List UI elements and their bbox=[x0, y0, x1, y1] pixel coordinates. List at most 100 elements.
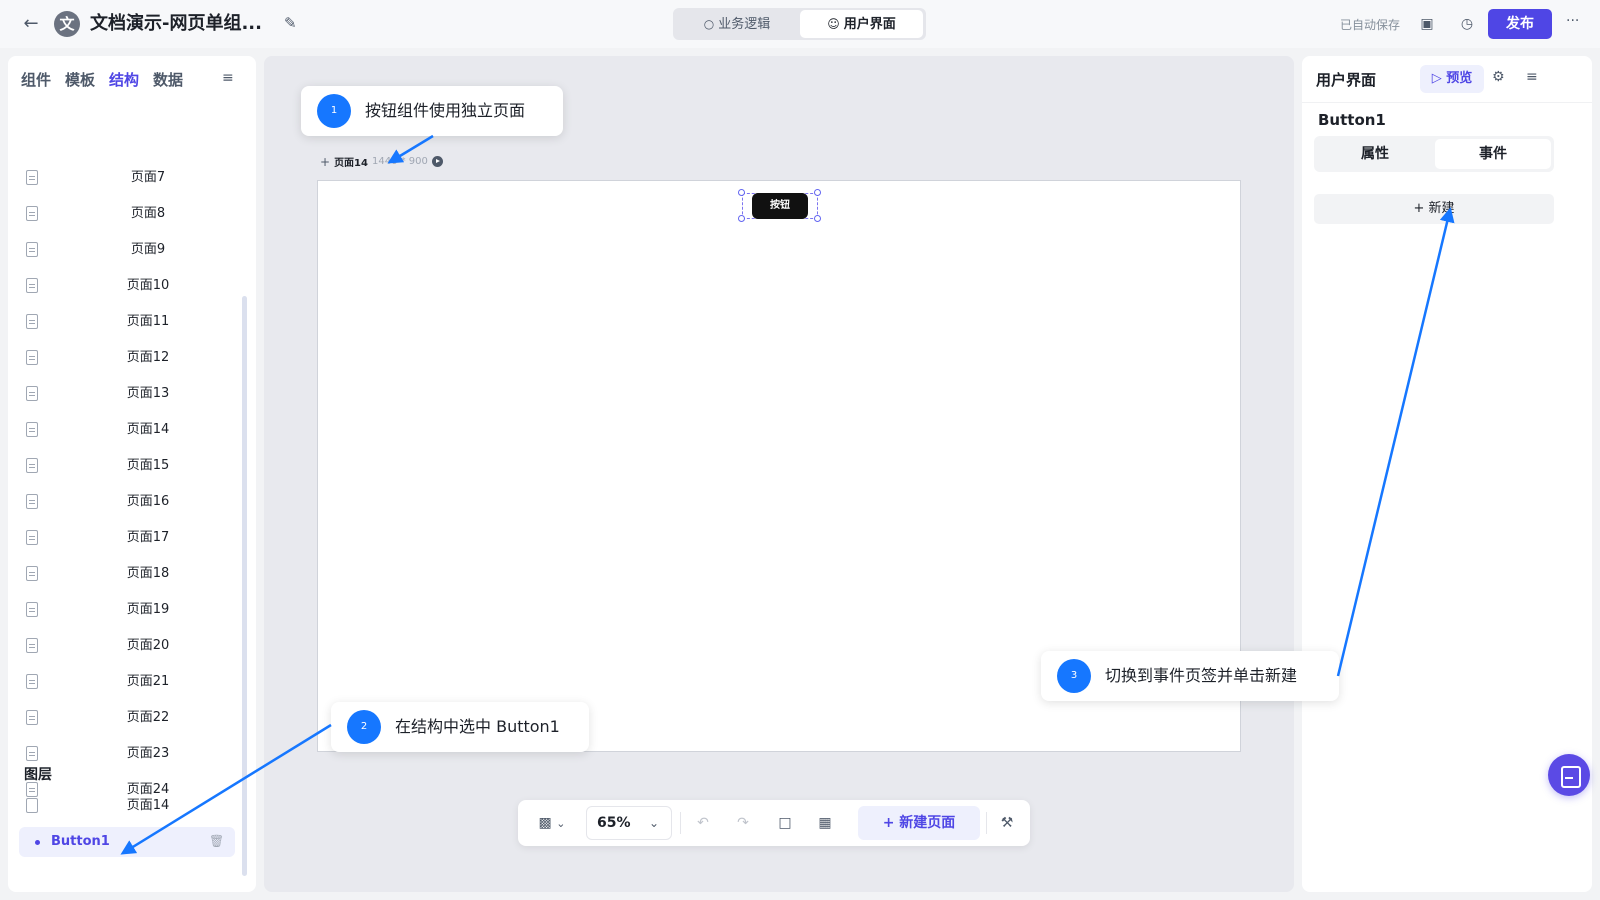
left-panel-tabs: 组件 模板 结构 数据 bbox=[21, 68, 183, 92]
page-icon bbox=[26, 242, 38, 257]
page-icon bbox=[26, 638, 38, 653]
page-list-item[interactable]: 页面17 bbox=[8, 524, 248, 554]
play-circle-icon: ▷ bbox=[1431, 71, 1447, 86]
page-list-item[interactable]: 页面20 bbox=[8, 632, 248, 662]
layer-page-item[interactable]: 页面14 bbox=[8, 792, 248, 822]
tab-events[interactable]: 事件 bbox=[1435, 139, 1551, 169]
callout-step-2: 2 在结构中选中 Button1 bbox=[331, 702, 589, 752]
resize-handle[interactable] bbox=[738, 189, 745, 196]
tab-properties[interactable]: 属性 bbox=[1317, 139, 1433, 169]
step-number-badge: 3 bbox=[1057, 659, 1091, 693]
frame-icon[interactable]: □ bbox=[772, 808, 798, 838]
new-event-label: 新建 bbox=[1428, 201, 1455, 216]
step-number-badge: 2 bbox=[347, 710, 381, 744]
page-list-item[interactable]: 页面8 bbox=[8, 200, 248, 230]
plus-icon[interactable]: + bbox=[320, 155, 330, 169]
page-icon bbox=[26, 494, 38, 509]
page-size: 1440 * 900 bbox=[371, 156, 428, 167]
page-list-item[interactable]: 页面14 bbox=[8, 416, 248, 446]
tab-business-logic[interactable]: ○ 业务逻辑 bbox=[676, 10, 798, 38]
page-list-item[interactable]: 页面10 bbox=[8, 272, 248, 302]
page-icon bbox=[26, 710, 38, 725]
edit-pencil-icon[interactable]: ✎ bbox=[284, 14, 297, 32]
grid-icon[interactable]: ▦ bbox=[812, 808, 838, 838]
layer-button1-item[interactable]: Button1 🗑 bbox=[19, 827, 235, 857]
page-list-item-label: 页面11 bbox=[126, 314, 170, 329]
page-list-item-label: 页面19 bbox=[126, 602, 170, 617]
page-icon bbox=[26, 602, 38, 617]
collapse-panel-icon[interactable]: ≡ bbox=[222, 70, 234, 86]
page-list-item-label: 页面20 bbox=[126, 638, 170, 653]
bottom-toolbar: ▩ ⌄ 65% ⌄ ↶ ↷ □ ▦ + 新建页面 ⚒ bbox=[518, 800, 1030, 846]
tab-data[interactable]: 数据 bbox=[153, 68, 183, 92]
tab-components[interactable]: 组件 bbox=[21, 68, 51, 92]
plus-icon: + bbox=[882, 815, 900, 831]
back-arrow-icon[interactable]: ← bbox=[20, 13, 42, 35]
page-list-item-label: 页面13 bbox=[126, 386, 170, 401]
collapse-panel-icon[interactable]: ≡ bbox=[1526, 69, 1538, 85]
new-event-button[interactable]: + 新建 bbox=[1314, 194, 1554, 224]
page-list-item[interactable]: 页面13 bbox=[8, 380, 248, 410]
resize-handle[interactable] bbox=[814, 189, 821, 196]
page-icon bbox=[26, 530, 38, 545]
callout-text: 在结构中选中 Button1 bbox=[395, 717, 560, 736]
page-list-item[interactable]: 页面9 bbox=[8, 236, 248, 266]
tab-user-interface[interactable]: ☺ 用户界面 bbox=[800, 10, 923, 38]
tab-user-interface-label: 用户界面 bbox=[843, 17, 896, 32]
new-page-button[interactable]: + 新建页面 bbox=[858, 806, 980, 840]
page-list-item[interactable]: 页面21 bbox=[8, 668, 248, 698]
share-icon: ○ bbox=[703, 17, 715, 31]
user-icon: ☺ bbox=[827, 17, 840, 31]
page-list-item[interactable]: 页面7 bbox=[8, 164, 248, 194]
preview-button[interactable]: ▷ 预览 bbox=[1420, 65, 1484, 93]
page-icon bbox=[26, 566, 38, 581]
page-list-item[interactable]: 页面12 bbox=[8, 344, 248, 374]
left-panel: 组件 模板 结构 数据 ≡ 页面7 页面8 页面9 页面10 页面11 页面12 页面13 页… bbox=[8, 56, 256, 892]
publish-button[interactable]: 发布 bbox=[1488, 9, 1552, 39]
page-list-item-label: 页面12 bbox=[126, 350, 170, 365]
page-list-item[interactable]: 页面18 bbox=[8, 560, 248, 590]
page-list-item-label: 页面17 bbox=[126, 530, 170, 545]
resize-handle[interactable] bbox=[738, 215, 745, 222]
page-list-item-label: 页面14 bbox=[126, 422, 170, 437]
more-options-icon[interactable]: ··· bbox=[1566, 13, 1579, 29]
save-icon[interactable]: ▣ bbox=[1417, 14, 1437, 34]
undo-icon[interactable]: ↶ bbox=[690, 808, 716, 838]
autosave-status: 已自动保存 bbox=[1340, 18, 1401, 32]
canvas-button1[interactable]: 按钮 bbox=[752, 193, 808, 219]
page-list-item[interactable]: 页面15 bbox=[8, 452, 248, 482]
monitor-icon: ▩ bbox=[538, 815, 552, 831]
page-icon bbox=[26, 278, 38, 293]
resize-handle[interactable] bbox=[814, 215, 821, 222]
play-icon[interactable] bbox=[431, 156, 443, 167]
right-panel-title: 用户界面 bbox=[1316, 71, 1377, 89]
page-icon bbox=[26, 170, 38, 185]
divider bbox=[680, 812, 681, 834]
page-list-item[interactable]: 页面19 bbox=[8, 596, 248, 626]
assistant-bot-icon[interactable] bbox=[1548, 754, 1590, 796]
page-list-item-label: 页面7 bbox=[130, 170, 166, 185]
plus-icon: + bbox=[1413, 201, 1429, 216]
app-title: 文档演示-网页单组... bbox=[90, 13, 262, 34]
redo-icon[interactable]: ↷ bbox=[730, 808, 756, 838]
scrollbar[interactable] bbox=[242, 296, 247, 876]
page-list-item-label: 页面23 bbox=[126, 746, 170, 761]
page-list-item[interactable]: 页面22 bbox=[8, 704, 248, 734]
settings-gear-icon[interactable]: ⚙ bbox=[1492, 69, 1505, 85]
preview-label: 预览 bbox=[1446, 71, 1473, 86]
component-name: Button1 bbox=[1318, 111, 1386, 129]
page-list-item-label: 页面9 bbox=[130, 242, 166, 257]
page-meta: + 页面14 1440 * 900 bbox=[320, 154, 443, 169]
page-list-item[interactable]: 页面16 bbox=[8, 488, 248, 518]
zoom-select[interactable]: 65% ⌄ bbox=[586, 806, 672, 840]
history-icon[interactable]: ◷ bbox=[1457, 14, 1477, 34]
device-select[interactable]: ▩ ⌄ bbox=[530, 808, 574, 838]
wrench-icon[interactable]: ⚒ bbox=[994, 808, 1020, 838]
page-list-item[interactable]: 页面11 bbox=[8, 308, 248, 338]
chevron-down-icon: ⌄ bbox=[556, 817, 566, 830]
callout-step-3: 3 切换到事件页签并单击新建 bbox=[1041, 651, 1339, 701]
tab-templates[interactable]: 模板 bbox=[65, 68, 95, 92]
trash-icon[interactable]: 🗑 bbox=[209, 834, 224, 848]
tab-structure[interactable]: 结构 bbox=[109, 68, 139, 92]
page-icon bbox=[26, 350, 38, 365]
